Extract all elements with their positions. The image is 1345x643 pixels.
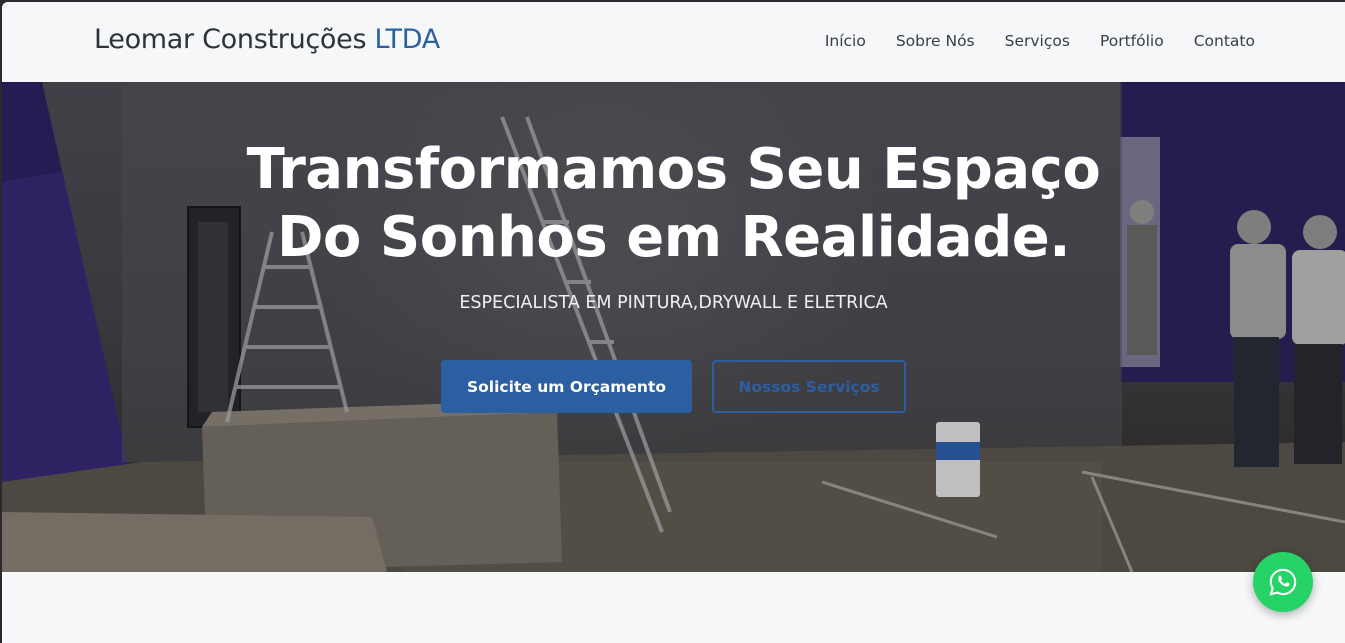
- brand-name: Leomar Construções: [94, 24, 367, 55]
- hero-title-line2: Do Sonhos em Realidade.: [276, 205, 1071, 270]
- hero-title: Transformamos Seu Espaço Do Sonhos em Re…: [2, 136, 1345, 272]
- navbar: Leomar Construções LTDA Início Sobre Nós…: [2, 2, 1345, 82]
- brand-suffix: LTDA: [374, 24, 441, 55]
- browser-viewport: Leomar Construções LTDA Início Sobre Nós…: [2, 2, 1345, 643]
- nav-link-servicos[interactable]: Serviços: [1005, 32, 1070, 50]
- brand-logo[interactable]: Leomar Construções LTDA: [94, 24, 440, 55]
- next-section: [2, 572, 1345, 643]
- our-services-button[interactable]: Nossos Serviços: [712, 360, 906, 413]
- nav-link-portfolio[interactable]: Portfólio: [1100, 32, 1164, 50]
- hero-subtitle: ESPECIALISTA EM PINTURA,DRYWALL E ELETRI…: [459, 293, 888, 313]
- nav-link-sobre-nos[interactable]: Sobre Nós: [896, 32, 975, 50]
- main-nav: Início Sobre Nós Serviços Portfólio Cont…: [825, 32, 1255, 50]
- nav-link-inicio[interactable]: Início: [825, 32, 866, 50]
- whatsapp-icon: [1269, 568, 1297, 596]
- hero-section: Transformamos Seu Espaço Do Sonhos em Re…: [2, 82, 1345, 572]
- hero-title-line1: Transformamos Seu Espaço: [246, 137, 1101, 202]
- whatsapp-button[interactable]: [1253, 552, 1313, 612]
- nav-link-contato[interactable]: Contato: [1194, 32, 1255, 50]
- request-quote-button[interactable]: Solicite um Orçamento: [441, 360, 692, 413]
